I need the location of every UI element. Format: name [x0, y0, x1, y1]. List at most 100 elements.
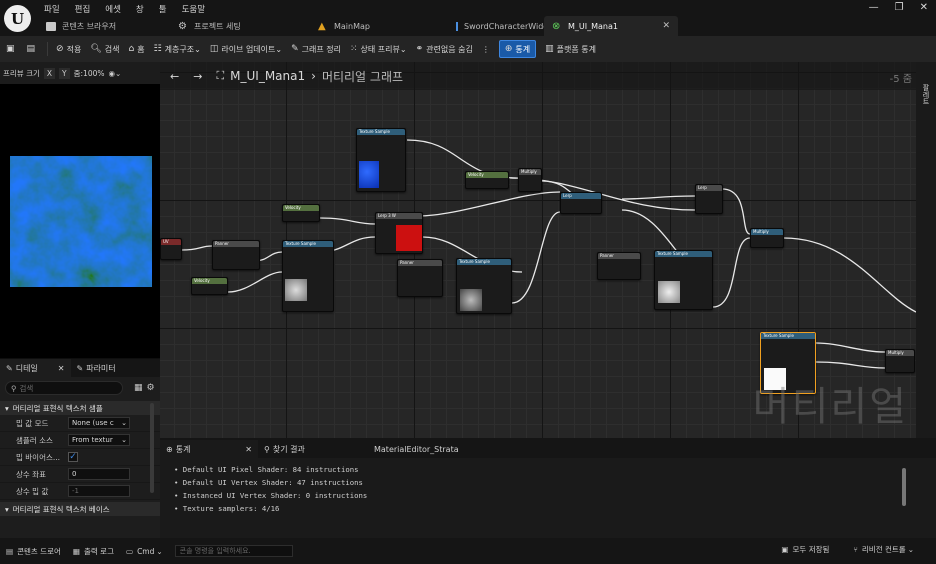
- pencil-icon: ✎: [6, 363, 13, 373]
- panner-node[interactable]: Panner: [597, 252, 641, 280]
- tab-mainmap[interactable]: ▲ MainMap: [270, 16, 404, 36]
- section-texture-base[interactable]: ▾ 머티리얼 표현식 텍스처 베이스: [0, 502, 160, 516]
- tab-parameters[interactable]: ✎ 파라미터: [71, 359, 122, 377]
- stats-line: Default UI Pixel Shader: 84 instructions: [174, 465, 936, 478]
- clean-graph-button[interactable]: ✎ 그래프 정리: [291, 40, 341, 58]
- lerp-node[interactable]: Lerp: [560, 192, 602, 214]
- output-log-button[interactable]: ▦ 출력 로그: [73, 546, 114, 557]
- save-button[interactable]: ▣: [6, 40, 18, 58]
- state-preview-button[interactable]: ⁙ 상태 프리뷰 ⌄: [350, 40, 407, 58]
- hierarchy-icon: ☷: [153, 44, 162, 54]
- details-scrollbar[interactable]: [150, 403, 154, 493]
- tab-material-editor-strata[interactable]: MaterialEditor_Strata: [368, 440, 465, 458]
- texture-sample-node[interactable]: Texture Sample: [282, 240, 334, 312]
- console-command-input[interactable]: 콘솔 명령을 입력하세요.: [174, 545, 293, 557]
- save-all-button[interactable]: ▣ 모두 저장됨: [781, 544, 829, 555]
- velocity-node[interactable]: Velocity: [282, 204, 320, 222]
- breadcrumb-graph: 머티리얼 그래프: [321, 69, 404, 84]
- tab-content-browser[interactable]: 콘텐츠 브라우저: [38, 16, 142, 36]
- output-node[interactable]: Multiply: [885, 349, 915, 373]
- menu-asset[interactable]: 에셋: [105, 1, 121, 17]
- node-title: Texture Sample: [457, 259, 511, 265]
- menu-edit[interactable]: 편집: [75, 1, 91, 17]
- content-drawer-button[interactable]: ▤ 콘텐츠 드로어: [6, 546, 61, 557]
- velocity-node[interactable]: Velocity: [191, 277, 228, 295]
- widget-icon: [456, 21, 458, 31]
- const-mip-value-field[interactable]: -1: [68, 485, 130, 497]
- property-label: 상수 좌표: [16, 469, 46, 479]
- apply-button[interactable]: ⊘ 적용: [56, 40, 81, 58]
- panner-node[interactable]: Panner: [212, 240, 260, 270]
- revision-control-icon: ⑂: [853, 545, 858, 554]
- uv-node[interactable]: UV: [160, 238, 182, 260]
- details-search-input[interactable]: ⚲ 검색: [5, 381, 123, 395]
- tab-details[interactable]: ✎ 디테일 ✕: [0, 359, 71, 377]
- document-tabs: 콘텐츠 브라우저 ⚙ 프로젝트 세팅 ▲ MainMap SwordCharac…: [38, 16, 678, 36]
- chevron-down-icon: ⌄: [907, 545, 914, 554]
- multiply-node[interactable]: Multiply: [750, 228, 784, 248]
- eye-icon[interactable]: ◉⌄: [109, 69, 122, 78]
- tab-sword-character-widget[interactable]: SwordCharacterWidget: [404, 16, 556, 36]
- live-update-button[interactable]: ◫ 라이브 업데이트 ⌄: [210, 40, 282, 58]
- mip-bias-checkbox[interactable]: ✓: [68, 452, 78, 462]
- property-label: 샘플러 소스: [16, 435, 53, 445]
- stats-button[interactable]: ⊕ 통계: [498, 40, 537, 58]
- property-row: 샘플러 소스 From textur ⌄: [0, 432, 160, 449]
- texture-sample-node[interactable]: Texture Sample: [456, 258, 512, 314]
- hierarchy-label: 계층구조: [164, 44, 195, 54]
- noise-thumbnail: [285, 279, 307, 301]
- material-graph[interactable]: Texture Sample Lerp 3 W Velocity Velocit…: [160, 62, 916, 438]
- settings-icon[interactable]: ⚙: [147, 383, 155, 393]
- texture-sample-node[interactable]: Texture Sample: [356, 128, 406, 192]
- texture-sample-node[interactable]: Texture Sample: [654, 250, 713, 310]
- breadcrumb-material[interactable]: M_UI_Mana1: [230, 69, 305, 83]
- more-options-icon[interactable]: ⋮: [482, 40, 490, 58]
- lerp-node[interactable]: Lerp: [695, 184, 723, 214]
- velocity-node[interactable]: Velocity: [465, 171, 509, 189]
- revision-control-button[interactable]: ⑂ 리비전 컨트롤 ⌄: [853, 544, 914, 555]
- stats-line: Texture samplers: 4/16: [174, 504, 936, 517]
- panner-node[interactable]: Panner: [397, 259, 443, 297]
- minimize-icon[interactable]: —: [869, 2, 879, 13]
- home-button[interactable]: ⌂ 홈: [128, 40, 144, 58]
- close-icon[interactable]: ✕: [58, 364, 65, 373]
- close-icon[interactable]: ✕: [245, 445, 252, 454]
- menu-window[interactable]: 창: [136, 1, 144, 17]
- menu-help[interactable]: 도움말: [182, 1, 205, 17]
- palette-strip[interactable]: 팔레트: [916, 62, 936, 438]
- node-title: Texture Sample: [283, 241, 333, 247]
- tab-find-results[interactable]: ⚲ 찾기 결과: [258, 440, 368, 458]
- grid-view-icon[interactable]: ▦: [134, 383, 143, 393]
- section-texture-sample[interactable]: ▾ 머티리얼 표현식 텍스처 샘플: [0, 401, 160, 415]
- hierarchy-button[interactable]: ☷ 계층구조 ⌄: [154, 40, 201, 58]
- property-row: 밉 값 모드 None (use c ⌄: [0, 415, 160, 432]
- const-coordinate-field[interactable]: 0: [68, 468, 130, 480]
- stats-scrollbar[interactable]: [902, 468, 906, 506]
- forward-arrow-icon[interactable]: →: [193, 70, 202, 83]
- hide-unrelated-button[interactable]: ⚭ 관련없음 숨김: [416, 40, 473, 58]
- search-button[interactable]: 🔍︎ 검색: [90, 40, 119, 58]
- platform-stats-button[interactable]: ▥ 플랫폼 통계: [545, 40, 596, 58]
- restore-icon[interactable]: ❐: [895, 2, 904, 13]
- property-row: 밉 바이어스... ✓: [0, 449, 160, 466]
- mip-value-mode-dropdown[interactable]: None (use c ⌄: [68, 417, 130, 429]
- tab-label: 콘텐츠 브라우저: [62, 21, 117, 31]
- multiply-node[interactable]: Multiply: [518, 168, 542, 192]
- close-window-icon[interactable]: ✕: [920, 2, 928, 13]
- sampler-source-dropdown[interactable]: From textur ⌄: [68, 434, 130, 446]
- menu-tools[interactable]: 툴: [159, 1, 167, 17]
- menu-file[interactable]: 파일: [44, 1, 60, 17]
- tab-label: 파라미터: [86, 363, 116, 373]
- cmd-dropdown[interactable]: ▭ Cmd ⌄: [126, 547, 163, 556]
- lerp-node[interactable]: Lerp 3 W: [375, 212, 423, 254]
- tab-stats[interactable]: ⊕ 통계 ✕: [160, 440, 258, 458]
- tab-m-ui-mana1[interactable]: ⊗ M_UI_Mana1 ✕: [544, 16, 678, 36]
- node-title: Lerp 3 W: [376, 213, 422, 219]
- tab-project-settings[interactable]: ⚙ 프로젝트 세팅: [142, 16, 270, 36]
- browse-button[interactable]: ▤: [27, 40, 39, 58]
- preview-y-field[interactable]: Y: [59, 67, 70, 79]
- close-tab-icon[interactable]: ✕: [662, 21, 670, 31]
- preview-x-field[interactable]: X: [43, 67, 56, 79]
- dropdown-value: From textur: [72, 436, 113, 444]
- back-arrow-icon[interactable]: ←: [170, 70, 179, 83]
